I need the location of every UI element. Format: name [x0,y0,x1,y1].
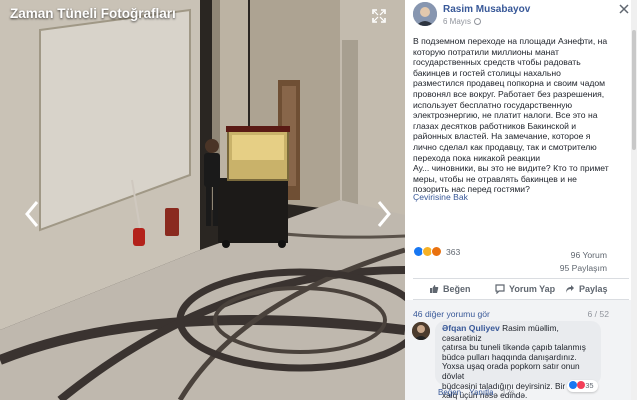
share-button-label: Paylaş [579,284,608,294]
view-more-comments-link[interactable]: 46 diğer yorumu gör [413,309,490,319]
close-icon[interactable] [619,4,629,14]
comment-time[interactable]: 12s [502,388,515,397]
post-date[interactable]: 6 Mayıs [443,17,482,26]
share-button[interactable]: Paylaş [565,284,608,294]
author-avatar[interactable] [413,2,437,26]
comment-actions: Beğen Yanıtla 12s [438,388,521,397]
globe-icon [474,18,482,25]
love-reaction-icon [577,381,586,389]
comment-bubble: Əfqan Quliyev Rasim müəllim, cəsarətiniz… [435,321,601,400]
post-text: В подземном переходе на площади Азнефти,… [413,36,609,195]
comment-icon [495,284,505,294]
comment-like-link[interactable]: Beğen [438,388,461,397]
comment-reaction-count: 35 [585,381,594,390]
share-icon [566,285,574,293]
scrollbar[interactable] [631,0,637,400]
expand-icon[interactable] [372,9,386,23]
comment-button-label: Yorum Yap [509,284,556,294]
like-button[interactable]: Beğen [429,284,471,294]
comments-section: 46 diğer yorumu gör 6 / 52 Əfqan Quliyev… [405,300,637,400]
comment-button[interactable]: Yorum Yap [495,284,555,294]
chevron-right-icon[interactable] [376,200,392,228]
angry-reaction-icon [431,246,442,257]
shares-count[interactable]: 95 Paylaşım [560,263,607,273]
comments-count[interactable]: 96 Yorum [571,250,607,260]
photo-image [0,0,405,400]
comment-pagination: 6 / 52 [587,309,609,319]
album-title[interactable]: Zaman Tüneli Fotoğrafları [10,6,176,21]
translate-link[interactable]: Çevirisine Bak [413,192,468,202]
chevron-left-icon[interactable] [24,200,40,228]
scrollbar-thumb[interactable] [632,30,636,150]
post-panel: Rasim Musabayov 6 Mayıs В подземном пере… [405,0,637,400]
thumbs-up-icon [430,285,439,293]
reaction-count[interactable]: 363 [446,247,460,257]
post-author[interactable]: Rasim Musabayov [443,4,530,15]
comment-reply-link[interactable]: Yanıtla [469,388,493,397]
like-reaction-icon [569,381,577,389]
post-actions: Beğen Yorum Yap Paylaş [413,278,629,300]
post-date-text[interactable]: 6 Mayıs [443,17,471,26]
comment-author[interactable]: Əfqan Quliyev [442,323,500,333]
commenter-avatar[interactable] [412,322,430,340]
photo-viewer[interactable]: Zaman Tüneli Fotoğrafları [0,0,405,400]
like-button-label: Beğen [443,284,471,294]
comment-reactions[interactable]: 35 [567,380,598,392]
